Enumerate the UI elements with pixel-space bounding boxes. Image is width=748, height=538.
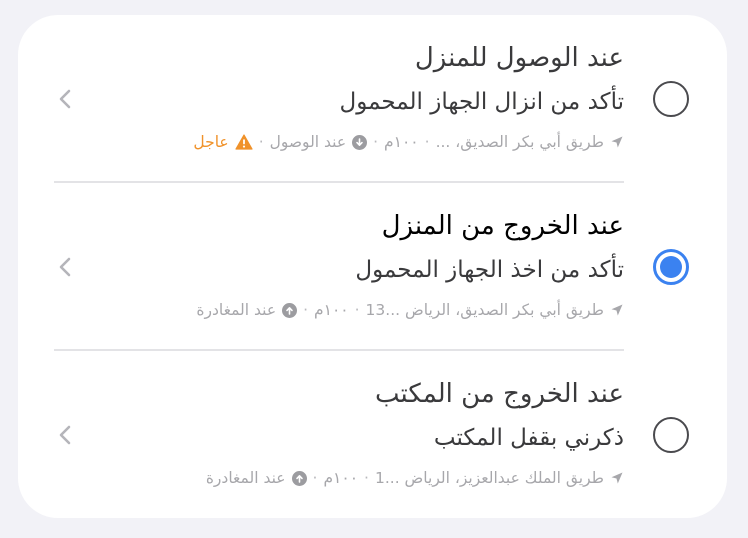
arrow-down-circle-icon — [352, 134, 368, 150]
chevron-left-icon[interactable] — [58, 256, 72, 278]
distance-text: ١٠٠م — [314, 301, 349, 319]
location-arrow-icon — [611, 304, 623, 316]
chevron-left-icon[interactable] — [58, 88, 72, 110]
separator: · — [303, 301, 309, 319]
reminder-subtitle: تأكد من انزال الجهاز المحمول — [339, 89, 624, 115]
separator: · — [354, 301, 360, 319]
location-arrow-icon — [611, 472, 623, 484]
location-text: طريق أبي بكر الصديق، ... — [435, 133, 604, 151]
distance-text: ١٠٠م — [384, 133, 419, 151]
reminder-row[interactable]: عند الوصول للمنزل تأكد من انزال الجهاز ا… — [18, 15, 727, 183]
location-text: طريق أبي بكر الصديق، الرياض ...13 — [365, 301, 604, 319]
location-text: طريق الملك عبدالعزيز، الرياض ...1 — [374, 469, 604, 487]
separator: · — [424, 133, 430, 151]
reminder-meta: طريق أبي بكر الصديق، الرياض ...13 · ١٠٠م… — [196, 301, 624, 319]
urgent-label: عاجل — [193, 133, 229, 151]
reminder-meta: طريق أبي بكر الصديق، ... · ١٠٠م · عند ال… — [193, 133, 624, 151]
reminders-card: عند الوصول للمنزل تأكد من انزال الجهاز ا… — [18, 15, 727, 518]
separator: · — [373, 133, 379, 151]
distance-text: ١٠٠م — [323, 469, 359, 487]
reminder-row[interactable]: عند الخروج من المنزل تأكد من اخذ الجهاز … — [18, 183, 727, 351]
warning-triangle-icon — [235, 134, 253, 150]
radio-dot — [660, 256, 682, 278]
trigger-label: عند المغادرة — [205, 469, 286, 487]
reminder-subtitle: ذكرني بقفل المكتب — [433, 425, 624, 451]
separator: · — [312, 469, 318, 487]
reminder-title: عند الخروج من المنزل — [381, 211, 624, 241]
select-radio[interactable] — [653, 417, 689, 453]
trigger-label: عند الوصول — [269, 133, 347, 151]
reminder-title: عند الخروج من المكتب — [374, 379, 624, 409]
separator: · — [364, 469, 369, 487]
reminder-row[interactable]: عند الخروج من المكتب ذكرني بقفل المكتب ط… — [18, 351, 727, 518]
chevron-left-icon[interactable] — [58, 424, 72, 446]
select-radio[interactable] — [653, 249, 689, 285]
reminder-title: عند الوصول للمنزل — [414, 43, 624, 73]
location-arrow-icon — [611, 136, 623, 148]
trigger-label: عند المغادرة — [196, 301, 277, 319]
separator: · — [258, 133, 264, 151]
arrow-up-circle-icon — [282, 302, 298, 318]
reminder-meta: طريق الملك عبدالعزيز، الرياض ...1 · ١٠٠م… — [206, 469, 624, 487]
select-radio[interactable] — [653, 81, 689, 117]
arrow-up-circle-icon — [291, 470, 307, 486]
reminder-subtitle: تأكد من اخذ الجهاز المحمول — [355, 257, 624, 283]
